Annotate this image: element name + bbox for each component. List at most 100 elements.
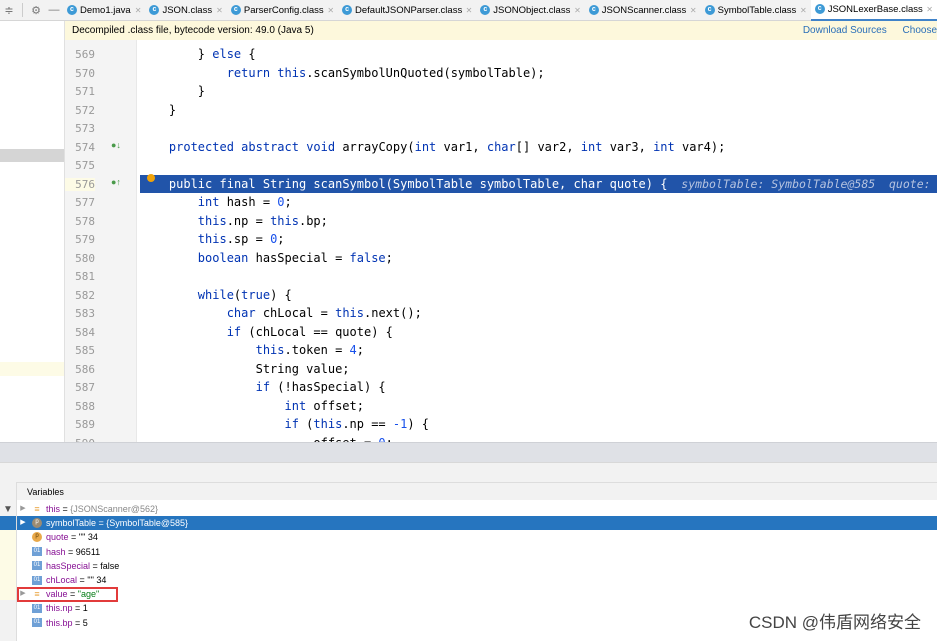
code-line: offset = 0; xyxy=(140,434,937,443)
class-icon: c xyxy=(67,5,77,15)
variable-name: this xyxy=(46,504,61,514)
local-icon: 01 xyxy=(32,561,42,571)
local-icon: 01 xyxy=(32,547,42,557)
line-number: 576 xyxy=(65,177,95,191)
variable-value: false xyxy=(100,560,120,571)
code-line: while(true) { xyxy=(197,287,292,302)
line-number: 579 xyxy=(75,233,95,246)
close-icon[interactable]: ✕ xyxy=(466,6,473,15)
code-line: } xyxy=(140,102,177,117)
class-icon: c xyxy=(230,5,241,15)
field-icon: ≡ xyxy=(34,503,40,514)
tab-jsonlexerbase-class[interactable]: c JSONLexerBase.class ✕ xyxy=(810,0,937,21)
line-number: 574 xyxy=(75,140,95,154)
line-number: 586 xyxy=(75,362,95,376)
implements-icon[interactable]: ●↓ xyxy=(111,140,121,150)
variable-row[interactable]: ▶ ≡ this = {JSONScanner@562} xyxy=(17,502,937,516)
line-number: 588 xyxy=(75,399,95,413)
variables-header: Variables xyxy=(17,482,937,500)
selected-row xyxy=(0,149,64,162)
tab-jsonobject-class[interactable]: c JSONObject.class ✕ xyxy=(476,0,585,21)
line-number: 569 xyxy=(75,48,95,61)
inline-debug-hint: symbolTable: SymbolTable@585 quote: xyxy=(667,176,931,191)
close-icon[interactable]: ✕ xyxy=(800,6,807,15)
variable-row[interactable]: 01 hash = 96511 xyxy=(17,545,937,559)
expand-arrow-icon[interactable]: ▶ xyxy=(17,516,29,530)
choose-sources-link[interactable]: Choose xyxy=(903,25,937,36)
tab-demo1-java[interactable]: c Demo1.java ✕ xyxy=(63,0,145,21)
line-number: 575 xyxy=(75,159,95,172)
line-number: 573 xyxy=(75,122,95,135)
line-number: 577 xyxy=(75,196,95,209)
code-line: this.sp = 0; xyxy=(197,232,285,246)
variable-value: '"' 34 xyxy=(87,575,107,585)
line-number: 581 xyxy=(75,270,95,283)
variable-row[interactable]: p quote = '"' 34 xyxy=(17,530,937,544)
tab-jsonscanner-class[interactable]: c JSONScanner.class ✕ xyxy=(585,0,701,21)
class-icon: c xyxy=(149,5,160,15)
project-panel xyxy=(0,21,65,442)
variable-name: chLocal xyxy=(46,575,78,585)
line-gutter: 569 570 571 572 573 574 575 576 577 578 579 580 581 5… xyxy=(65,40,137,450)
class-icon: c xyxy=(342,5,353,15)
tab-symboltable-class[interactable]: c SymbolTable.class ✕ xyxy=(701,0,811,21)
code-editor[interactable]: } else { return this.scanSymbolUnQuoted(… xyxy=(137,40,937,442)
close-icon[interactable]: ✕ xyxy=(135,6,142,15)
tab-defaultjsonparser-class[interactable]: c DefaultJSONParser.class ✕ xyxy=(338,0,476,21)
variable-row[interactable]: ▶ p symbolTable = {SymbolTable@585} xyxy=(17,516,937,531)
code-line: char chLocal = this.next(); xyxy=(226,306,422,320)
variable-row[interactable]: 01 hasSpecial = false xyxy=(17,559,937,573)
close-icon[interactable]: ✕ xyxy=(216,6,223,15)
tab-parserconfig-class[interactable]: c ParserConfig.class ✕ xyxy=(227,0,338,21)
variable-value: 96511 xyxy=(75,546,101,557)
download-sources-link[interactable]: Download Sources xyxy=(803,25,887,36)
expand-arrow-icon[interactable]: ▶ xyxy=(17,502,29,516)
variable-name: symbolTable xyxy=(46,518,97,529)
frame-area xyxy=(0,530,16,600)
watermark: CSDN @伟盾网络安全 xyxy=(748,613,921,632)
lightbulb-icon[interactable] xyxy=(147,174,155,182)
equals: = xyxy=(65,546,76,557)
variable-name: hash xyxy=(46,546,66,557)
overrides-icon[interactable]: ●↑ xyxy=(111,177,121,187)
variable-value: 1 xyxy=(82,603,88,614)
close-icon[interactable]: ✕ xyxy=(327,6,334,15)
code-line: if (!hasSpecial) { xyxy=(255,380,386,394)
tab-label: JSON.class xyxy=(162,4,213,16)
variable-row[interactable]: 01 chLocal = '"' 34 xyxy=(17,573,937,587)
collapse-icon[interactable]: ≑ xyxy=(0,4,18,17)
current-line: public final String scanSymbol(SymbolTab… xyxy=(140,174,937,193)
minimize-icon[interactable]: — xyxy=(45,4,63,16)
code-line: this.np = this.bp; xyxy=(197,213,328,228)
tab-label: Demo1.java xyxy=(80,4,131,16)
code-line: protected abstract void arrayCopy(int va… xyxy=(168,139,726,154)
equals: = xyxy=(72,617,83,628)
equals: = xyxy=(72,603,83,614)
filter-icon[interactable]: ▼ xyxy=(3,504,13,515)
tab-label: JSONScanner.class xyxy=(601,4,687,16)
close-icon[interactable]: ✕ xyxy=(690,6,697,15)
tabs: c Demo1.java ✕ c JSON.class ✕ c ParserConfig.cl… xyxy=(63,0,937,21)
tab-label: JSONLexerBase.class xyxy=(827,3,923,15)
line-number: 571 xyxy=(75,85,95,98)
tab-json-class[interactable]: c JSON.class ✕ xyxy=(145,0,226,21)
local-icon: 01 xyxy=(32,618,42,628)
equals: = xyxy=(68,532,79,543)
highlighted-row xyxy=(0,362,64,376)
equals: = xyxy=(60,504,71,514)
code-line: if (this.np == -1) { xyxy=(284,417,430,431)
code-line: if (chLocal == quote) { xyxy=(226,324,393,339)
close-icon[interactable]: ✕ xyxy=(926,5,933,14)
close-icon[interactable]: ✕ xyxy=(574,6,581,15)
class-icon: c xyxy=(814,4,825,14)
gear-icon[interactable]: ⚙ xyxy=(27,4,45,17)
variable-row[interactable]: ▶ ≡ value = "age" xyxy=(17,587,937,601)
code-line: boolean hasSpecial = false; xyxy=(197,250,393,265)
line-number: 572 xyxy=(75,103,95,117)
highlight-box xyxy=(17,587,118,602)
variable-name: hasSpecial xyxy=(46,560,91,571)
line-number: 584 xyxy=(75,325,95,339)
